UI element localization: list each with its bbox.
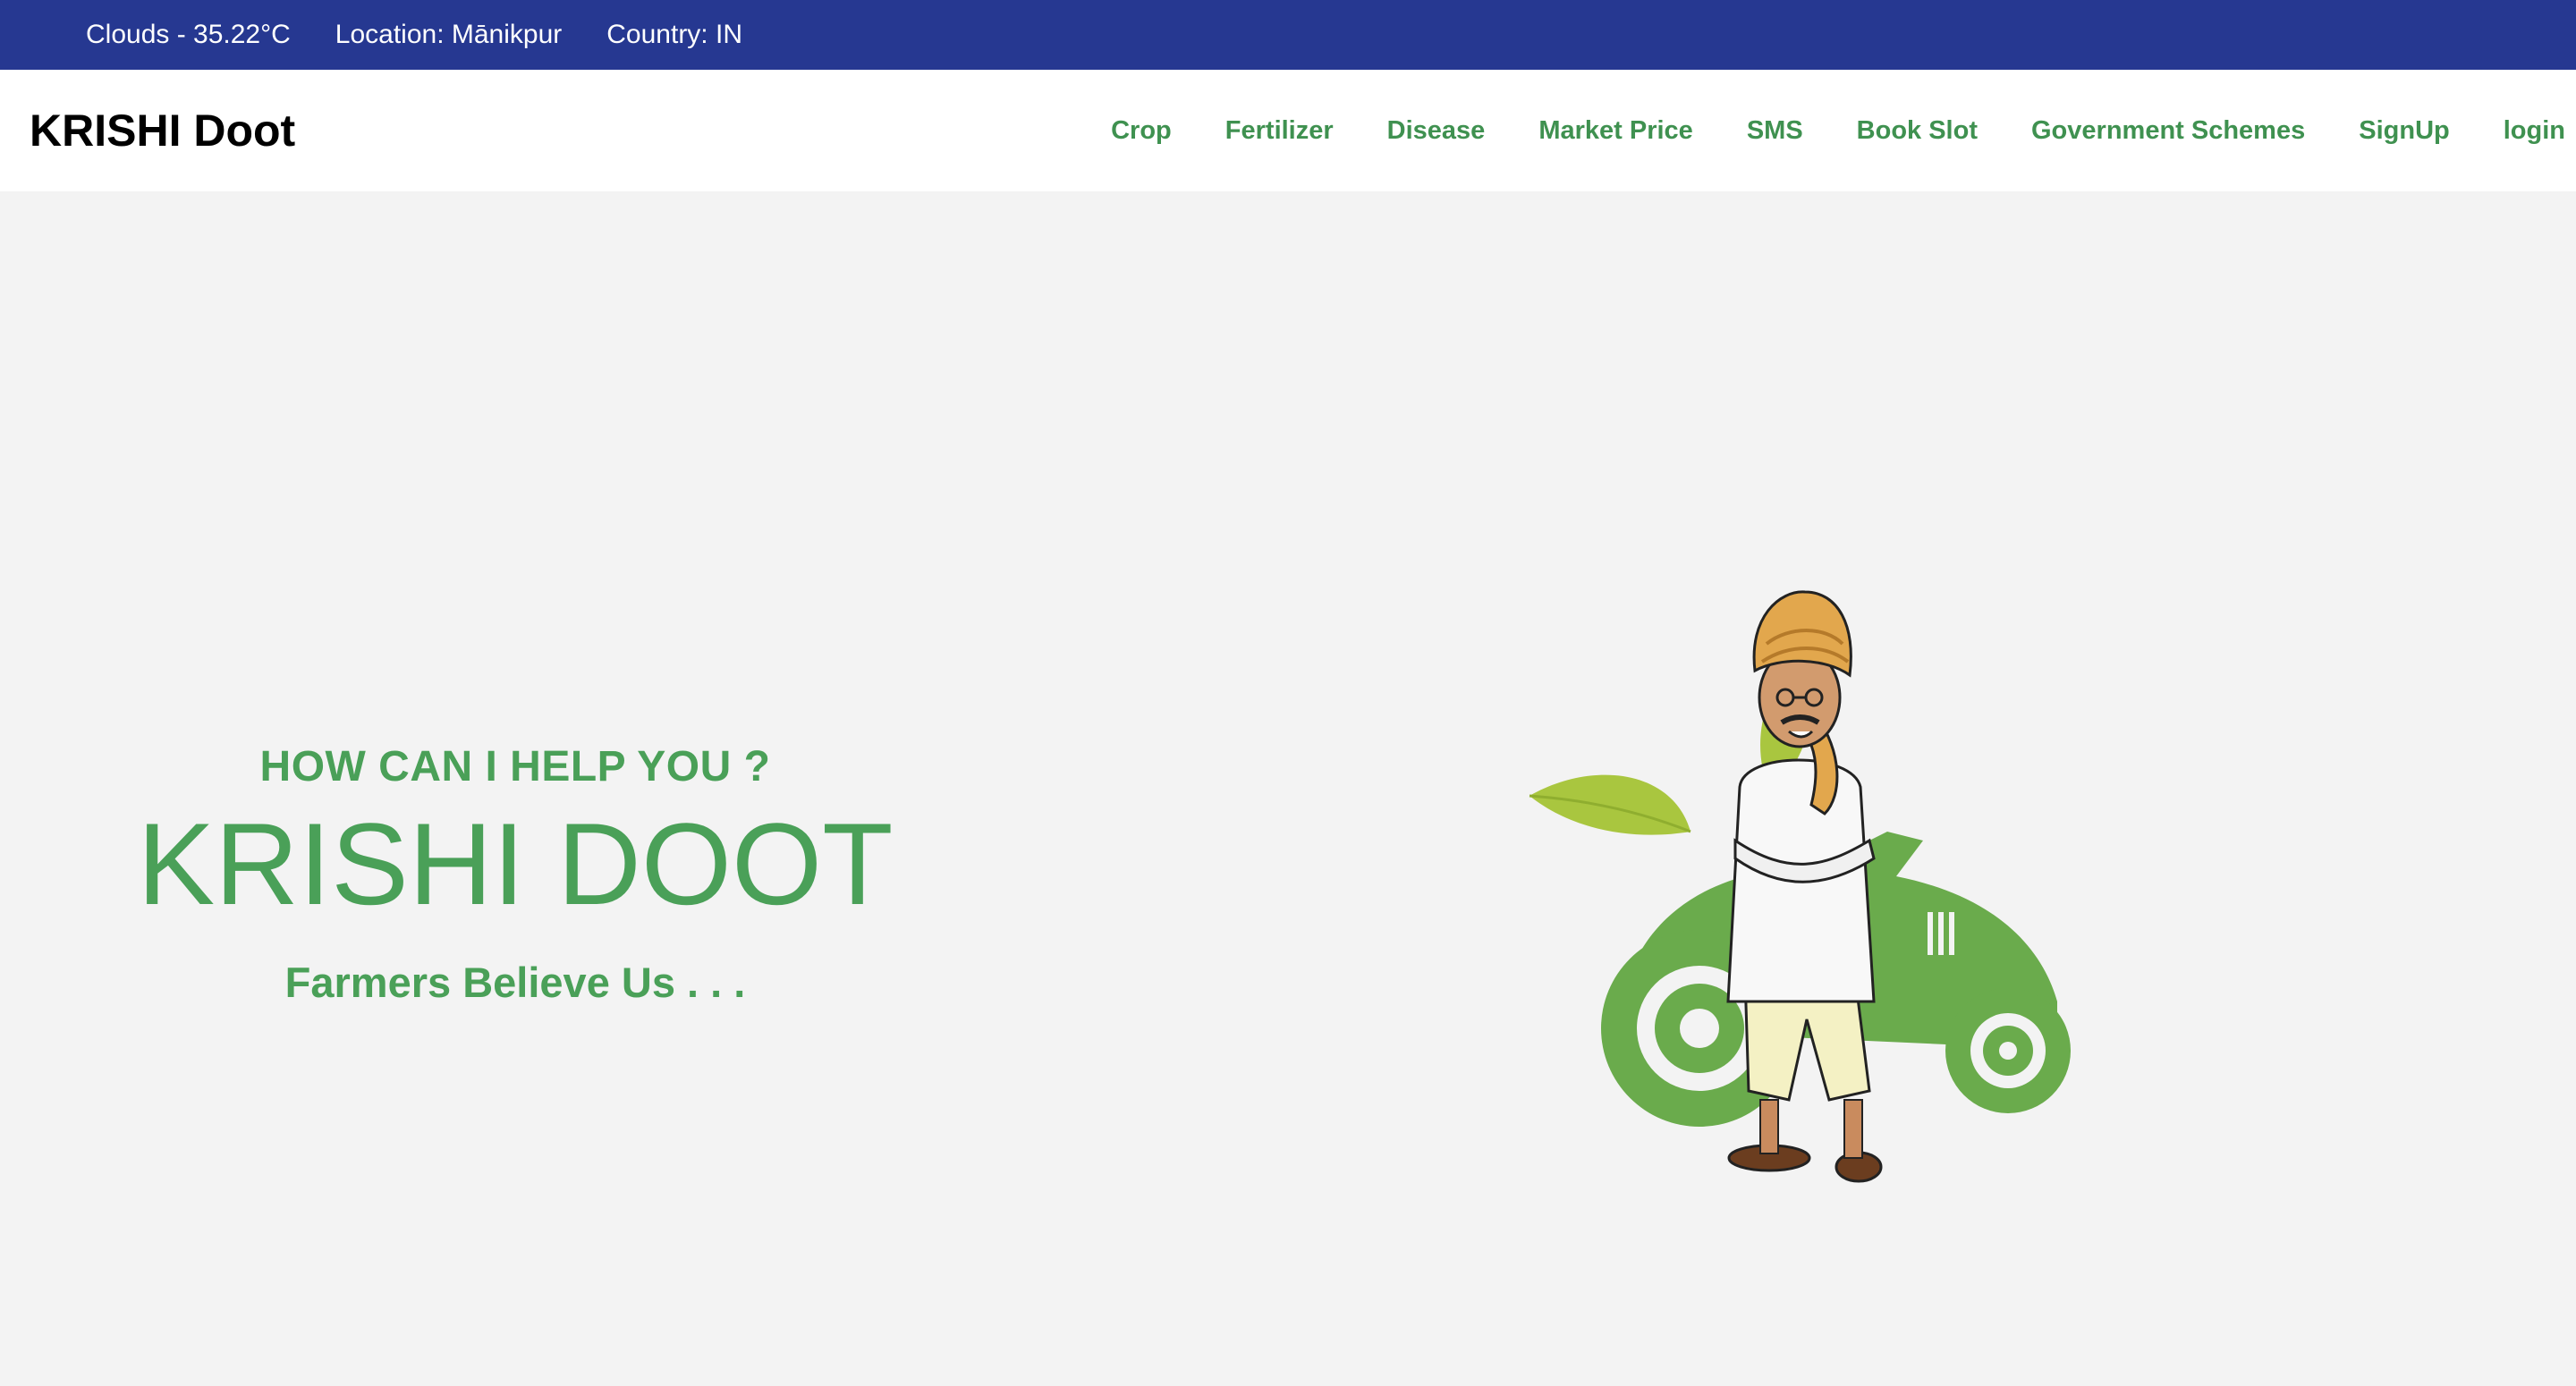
farmer-tractor-illustration — [1521, 572, 2111, 1198]
hero-text-block: HOW CAN I HELP YOU ? KRISHI DOOT Farmers… — [0, 742, 1030, 1007]
nav-links: Crop Fertilizer Disease Market Price SMS… — [1057, 116, 2565, 146]
country-text: Country: IN — [606, 20, 742, 49]
nav-government-schemes-link[interactable]: Government Schemes — [2031, 116, 2305, 146]
location-text: Location: Mānikpur — [335, 20, 563, 49]
hero-question: HOW CAN I HELP YOU ? — [259, 743, 771, 790]
nav-login-link[interactable]: login — [2504, 116, 2565, 146]
nav-sms-link[interactable]: SMS — [1747, 116, 1803, 146]
main-navbar: KRISHI Doot Crop Fertilizer Disease Mark… — [0, 70, 2576, 191]
weather-text: Clouds - 35.22°C — [86, 20, 291, 49]
farmer-illustration-icon — [1529, 590, 2071, 1183]
hero-tagline: Farmers Believe Us . . . — [284, 959, 746, 1006]
nav-signup-link[interactable]: SignUp — [2359, 116, 2450, 146]
nav-market-price-link[interactable]: Market Price — [1538, 116, 1693, 146]
nav-crop-link[interactable]: Crop — [1111, 116, 1172, 146]
hero-title: KRISHI DOOT — [137, 799, 894, 929]
brand-logo[interactable]: KRISHI Doot — [30, 105, 295, 156]
nav-disease-link[interactable]: Disease — [1387, 116, 1486, 146]
nav-book-slot-link[interactable]: Book Slot — [1857, 116, 1978, 146]
nav-fertilizer-link[interactable]: Fertilizer — [1225, 116, 1334, 146]
info-bar: Clouds - 35.22°C Location: Mānikpur Coun… — [0, 0, 2576, 70]
